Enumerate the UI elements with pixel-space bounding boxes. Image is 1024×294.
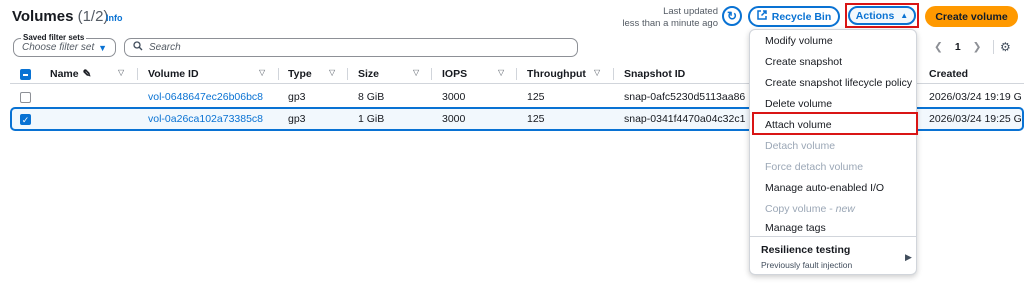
last-updated: Last updated less than a minute ago: [622, 6, 718, 30]
column-divider: [347, 68, 348, 80]
resilience-testing-label[interactable]: Resilience testing: [761, 244, 850, 256]
chevron-right-icon[interactable]: ❯: [973, 41, 982, 53]
menu-item-detach-volume: Detach volume: [765, 140, 836, 152]
menu-item-create-lifecycle-policy[interactable]: Create snapshot lifecycle policy: [750, 73, 916, 94]
recycle-bin-button[interactable]: Recycle Bin: [748, 6, 840, 27]
sort-icon[interactable]: ▽: [259, 68, 265, 77]
cell-throughput: 125: [527, 91, 545, 103]
new-badge: new: [835, 203, 855, 215]
cell-size: 8 GiB: [358, 91, 385, 103]
last-updated-value: less than a minute ago: [622, 18, 718, 29]
column-header-throughput[interactable]: Throughput: [527, 68, 586, 80]
column-divider: [613, 68, 614, 80]
column-header-name[interactable]: Name ✎: [50, 68, 91, 80]
external-link-icon: [756, 10, 767, 23]
volume-id-link[interactable]: vol-0a26ca102a73385c8: [148, 113, 263, 125]
cell-type: gp3: [288, 91, 306, 103]
refresh-icon: ↻: [726, 9, 738, 23]
select-all-checkbox[interactable]: [20, 69, 31, 80]
sort-icon[interactable]: ▽: [118, 68, 124, 77]
sort-icon[interactable]: ▽: [498, 68, 504, 77]
column-divider: [431, 68, 432, 80]
cell-created: 2026/03/24 19:25 G: [929, 113, 1022, 125]
sort-icon[interactable]: ▽: [594, 68, 600, 77]
create-volume-button[interactable]: Create volume: [925, 6, 1018, 27]
column-divider: [278, 68, 279, 80]
search-icon: [133, 41, 143, 54]
menu-item-modify-volume[interactable]: Modify volume: [750, 31, 916, 52]
caret-down-icon: ▼: [98, 42, 107, 53]
volume-id-link[interactable]: vol-0648647ec26b06bc8: [148, 91, 263, 103]
refresh-button[interactable]: ↻: [722, 6, 742, 26]
column-label: Name: [50, 68, 79, 80]
menu-item-copy-volume: Copy volume - new: [765, 203, 855, 215]
chevron-left-icon[interactable]: ❮: [934, 41, 943, 53]
column-divider: [137, 68, 138, 80]
actions-menu: Modify volume Create snapshot Create sna…: [749, 29, 917, 275]
row-checkbox[interactable]: ✓: [20, 114, 31, 125]
pagination: ❮ 1 ❯: [934, 40, 995, 54]
cell-iops: 3000: [442, 91, 466, 103]
cell-snapshot-id: snap-0341f4470a04c32c1: [624, 113, 746, 125]
pencil-icon: ✎: [82, 68, 92, 80]
attach-volume-highlight-box: [752, 112, 918, 135]
cell-type: gp3: [288, 113, 306, 125]
resilience-testing-subtitle: Previously fault injection: [761, 260, 853, 270]
last-updated-label: Last updated: [663, 6, 718, 17]
caret-right-icon[interactable]: ▶: [905, 252, 912, 263]
column-divider: [516, 68, 517, 80]
sort-icon[interactable]: ▽: [329, 68, 335, 77]
column-header-volume-id[interactable]: Volume ID: [148, 68, 199, 80]
column-header-type[interactable]: Type: [288, 68, 312, 80]
column-header-iops[interactable]: IOPS: [442, 68, 467, 80]
cell-throughput: 125: [527, 113, 545, 125]
actions-button[interactable]: Actions ▲: [848, 6, 916, 25]
caret-up-icon: ▲: [900, 11, 909, 20]
column-header-created[interactable]: Created: [929, 68, 968, 80]
row-checkbox[interactable]: [20, 92, 31, 103]
cell-created: 2026/03/24 19:19 G: [929, 91, 1022, 103]
cell-snapshot-id: snap-0afc5230d5113aa86: [624, 91, 746, 103]
menu-divider: [750, 236, 916, 237]
pager-divider: [993, 40, 995, 54]
page-number[interactable]: 1: [955, 41, 961, 53]
menu-item-force-detach-volume: Force detach volume: [765, 161, 864, 173]
gear-icon[interactable]: ⚙: [1000, 40, 1011, 54]
info-link[interactable]: Info: [106, 13, 123, 23]
cell-iops: 3000: [442, 113, 466, 125]
recycle-bin-label: Recycle Bin: [771, 10, 832, 23]
menu-item-label: Copy volume: [765, 203, 827, 215]
menu-item-create-snapshot[interactable]: Create snapshot: [750, 52, 916, 73]
cell-size: 1 GiB: [358, 113, 385, 125]
saved-filter-label: Saved filter sets: [21, 33, 87, 42]
column-header-snapshot-id[interactable]: Snapshot ID: [624, 68, 685, 80]
selection-count: (1/2): [77, 8, 109, 25]
page-title: Volumes (1/2): [12, 8, 108, 25]
search-placeholder: Search: [149, 42, 181, 53]
saved-filter-placeholder: Choose filter set: [22, 42, 95, 53]
sort-icon[interactable]: ▽: [413, 68, 419, 77]
actions-label: Actions: [855, 9, 895, 22]
title-text: Volumes: [12, 8, 74, 25]
column-header-size[interactable]: Size: [358, 68, 379, 80]
menu-item-manage-auto-enabled-io[interactable]: Manage auto-enabled I/O: [750, 178, 916, 199]
search-input[interactable]: Search: [124, 38, 578, 57]
